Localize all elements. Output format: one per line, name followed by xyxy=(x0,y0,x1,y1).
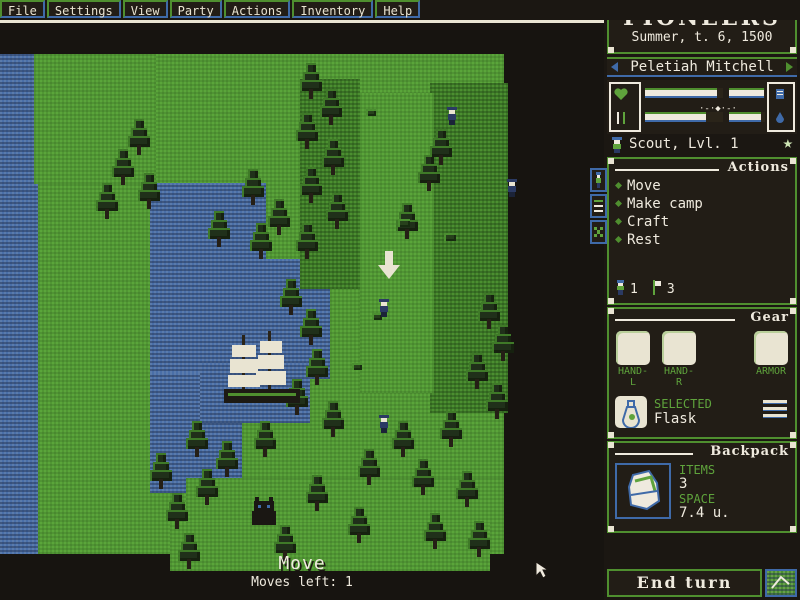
npc-unit[interactable] xyxy=(378,415,390,433)
heart-icon xyxy=(614,86,628,100)
menu-party[interactable]: Party xyxy=(169,0,222,18)
gear-slot-hand-right[interactable]: HAND-R xyxy=(661,331,697,388)
end-turn-button[interactable]: End turn xyxy=(607,569,762,597)
ship-sprite[interactable] xyxy=(222,329,304,409)
tab-map[interactable] xyxy=(590,220,607,244)
backpack-icon[interactable] xyxy=(615,463,671,519)
selected-item-name: Flask xyxy=(654,411,697,427)
menu-file[interactable]: File xyxy=(0,0,45,18)
map-void-bottom xyxy=(0,571,604,600)
utensils-icon xyxy=(614,110,628,124)
character-name: Peletiah Mitchell xyxy=(630,59,774,75)
mouse-pointer-icon xyxy=(534,561,550,579)
star-icon: ★ xyxy=(782,133,793,153)
bush xyxy=(352,363,362,370)
map-void-east xyxy=(504,54,604,600)
gear-slot-hand-left-box[interactable] xyxy=(616,331,650,365)
player-unit[interactable] xyxy=(378,299,390,317)
backpack-space-label: SPACE xyxy=(679,492,716,506)
camp-counter: 3 xyxy=(652,280,675,299)
menu-bar: File Settings View Party Actions Invento… xyxy=(0,0,800,20)
camp-count: 3 xyxy=(666,282,675,297)
stat-bar-stamina xyxy=(729,88,765,98)
actions-panel: Actions Move Make camp Craft Rest 1 3 xyxy=(607,157,797,305)
party-member-count: 1 xyxy=(630,282,638,297)
stat-bar-health xyxy=(645,88,723,98)
character-class-label: Scout, Lvl. 1 xyxy=(629,136,739,152)
gear-slot-row: HAND-L HAND-R ARMOR xyxy=(609,327,795,388)
menu-view[interactable]: View xyxy=(122,0,168,18)
bush xyxy=(444,233,456,241)
gear-slot-hand-right-label: HAND-R xyxy=(663,366,695,388)
action-craft[interactable]: Craft xyxy=(609,213,795,231)
stats-divider-ornament: ·-·◆·-· xyxy=(699,104,737,114)
gear-slot-armor[interactable]: ARMOR xyxy=(753,331,789,377)
bear-sprite[interactable] xyxy=(252,497,278,527)
character-selector: Peletiah Mitchell xyxy=(607,57,797,77)
person-icon xyxy=(615,280,626,299)
party-counters: 1 3 xyxy=(615,280,675,299)
flag-icon xyxy=(652,280,663,299)
gear-slot-hand-left-label: HAND-L xyxy=(617,366,649,388)
flask-icon[interactable] xyxy=(615,396,647,429)
gear-slot-armor-label: ARMOR xyxy=(755,366,787,377)
side-tab-strip xyxy=(590,168,607,246)
action-move[interactable]: Move xyxy=(609,177,795,195)
tab-journal[interactable] xyxy=(590,194,607,218)
bush xyxy=(398,219,410,227)
bottom-action-row: End turn xyxy=(607,569,797,597)
backpack-panel-title: Backpack xyxy=(609,443,795,461)
actions-panel-title: Actions xyxy=(609,159,795,177)
selected-item-text: SELECTED Flask xyxy=(654,397,712,427)
game-map[interactable]: Move Moves left: 1 xyxy=(0,23,604,600)
party-member-counter: 1 xyxy=(615,280,638,299)
next-character-button[interactable] xyxy=(786,62,793,72)
menu-bar-divider xyxy=(0,20,604,23)
gear-panel-title: Gear xyxy=(609,309,795,327)
backpack-body: ITEMS 3 SPACE 7.4 u. xyxy=(609,461,795,521)
prev-character-button[interactable] xyxy=(611,62,618,72)
game-date: Summer, t. 6, 1500 xyxy=(631,30,773,45)
action-make-camp[interactable]: Make camp xyxy=(609,195,795,213)
tab-character[interactable] xyxy=(590,168,607,192)
map-water-far-west xyxy=(0,54,38,600)
menu-inventory[interactable]: Inventory xyxy=(292,0,374,18)
backpack-panel: Backpack ITEMS 3 SPACE 7.4 u. xyxy=(607,441,797,533)
gear-slot-armor-box[interactable] xyxy=(754,331,788,365)
gear-panel: Gear HAND-L HAND-R ARMOR SELECTED Flask xyxy=(607,307,797,439)
hamburger-menu-icon[interactable] xyxy=(763,400,787,418)
game-window: File Settings View Party Actions Invento… xyxy=(0,0,800,600)
backpack-space-value: 7.4 u. xyxy=(679,505,730,521)
npc-unit[interactable] xyxy=(446,107,458,125)
bush xyxy=(366,109,376,116)
map-void-top xyxy=(0,23,604,54)
character-stats: ·-·◆·-· xyxy=(607,80,797,134)
scroll-icon xyxy=(773,86,787,100)
backpack-items-label: ITEMS xyxy=(679,463,716,477)
npc-unit[interactable] xyxy=(506,179,518,197)
down-arrow-target-icon xyxy=(378,251,400,279)
sidebar: PIONEERS Summer, t. 6, 1500 Peletiah Mit… xyxy=(590,0,800,600)
menu-actions[interactable]: Actions xyxy=(223,0,291,18)
character-class-row: Scout, Lvl. 1 ★ xyxy=(607,135,797,155)
backpack-stats: ITEMS 3 SPACE 7.4 u. xyxy=(679,463,730,521)
action-rest[interactable]: Rest xyxy=(609,231,795,249)
menu-settings[interactable]: Settings xyxy=(46,0,121,18)
gear-slot-hand-left[interactable]: HAND-L xyxy=(615,331,651,388)
droplet-icon xyxy=(773,110,787,124)
backpack-items-value: 3 xyxy=(679,476,688,492)
menu-help[interactable]: Help xyxy=(375,0,421,18)
gear-slot-hand-right-box[interactable] xyxy=(662,331,696,365)
selected-heading: SELECTED xyxy=(654,397,712,411)
map-grass-mid-east xyxy=(360,93,434,393)
scout-portrait-icon xyxy=(610,137,624,153)
selected-item-row: SELECTED Flask xyxy=(609,388,795,429)
minimap-icon[interactable] xyxy=(765,569,797,597)
